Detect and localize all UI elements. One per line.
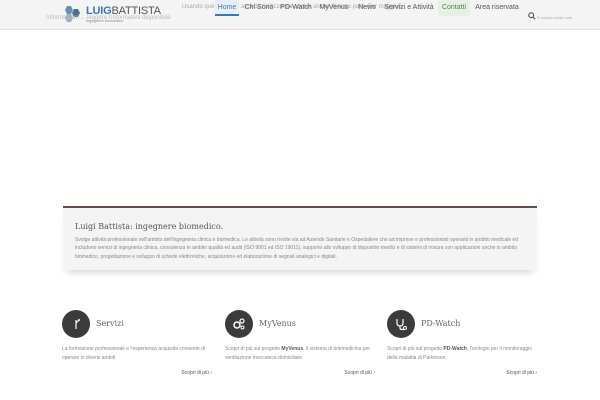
service-title[interactable]: MyVenus — [259, 319, 296, 328]
intro-panel: Luigi Battista: ingegnere biomedico. Svo… — [63, 206, 537, 270]
service-text: Scopri di più sul progetto MyVenus, il s… — [225, 346, 371, 361]
service-icon-circle[interactable] — [225, 310, 253, 338]
nav-myvenus[interactable]: MyVenus — [318, 0, 350, 16]
nav-home[interactable]: Home — [215, 0, 239, 16]
nav-contatti[interactable]: Contatti — [438, 0, 470, 16]
service-title[interactable]: Servizi — [96, 319, 124, 328]
nav-news[interactable]: News — [356, 0, 378, 16]
service-title[interactable]: PD-Watch — [421, 319, 460, 328]
service-servizi: Servizi La formazione professionale e l'… — [62, 310, 212, 390]
nav-pd-watch[interactable]: PD-Watch — [279, 0, 313, 16]
intro-title: Luigi Battista: ingegnere biomedico. — [75, 222, 224, 231]
service-more-link[interactable]: Scopri di più › — [506, 370, 537, 376]
fork-icon — [75, 319, 80, 329]
site-header: LUIGBATTISTA ingegnere biomedico Usando … — [0, 0, 600, 30]
nav-servizi-attivita[interactable]: Servizi e Attività — [383, 0, 435, 16]
service-text: La formazione professionale e l'esperien… — [62, 346, 205, 361]
cookie-script-credit[interactable]: © cookie-script.com — [537, 15, 572, 20]
search-icon[interactable] — [528, 12, 536, 20]
service-pd-watch: PD-Watch Scopri di più sul progetto PD-W… — [387, 310, 537, 390]
stethoscope-icon — [396, 319, 407, 331]
intro-text: Svolge attività professionale nell'ambit… — [75, 237, 518, 260]
nav-chi-sono[interactable]: Chi Sono — [243, 0, 275, 16]
service-more-link[interactable]: Scopri di più › — [344, 370, 375, 376]
service-icon-circle[interactable] — [62, 310, 90, 338]
cookie-info-text[interactable]: Informazioni ... leggere l'informativa d… — [46, 15, 171, 21]
nav-area-riservata[interactable]: Area riservata — [474, 0, 520, 16]
gears-icon — [233, 318, 245, 330]
service-more-link[interactable]: Scopri di più › — [181, 370, 212, 376]
service-myvenus: MyVenus Scopri di più sul progetto MyVen… — [225, 310, 375, 390]
service-icon-circle[interactable] — [387, 310, 415, 338]
service-text: Scopri di più sul progetto PD-Watch, l'o… — [387, 346, 533, 361]
